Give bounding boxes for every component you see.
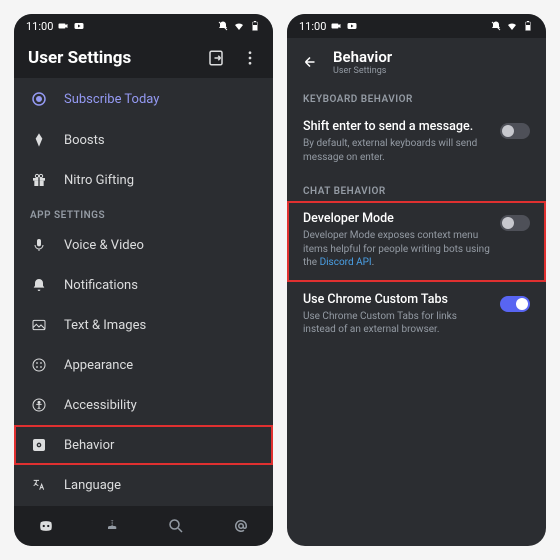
wifi-icon [506, 20, 518, 32]
chrome-tabs-desc: Use Chrome Custom Tabs for links instead… [303, 310, 490, 337]
settings-header: User Settings [14, 38, 273, 78]
accessibility-row[interactable]: Accessibility [14, 385, 273, 425]
discord-api-link[interactable]: Discord API [320, 257, 372, 268]
behavior-label: Behavior [64, 438, 257, 453]
behavior-row[interactable]: Behavior [14, 425, 273, 465]
nitro-badge-icon [30, 90, 48, 108]
status-bar: 11:00 [287, 14, 546, 38]
text-images-row[interactable]: Text & Images [14, 305, 273, 345]
shift-enter-toggle[interactable] [500, 123, 530, 139]
settings-list: Subscribe Today Boosts Nitro Gifting APP… [14, 78, 273, 506]
voice-video-row[interactable]: Voice & Video [14, 225, 273, 265]
language-label: Language [64, 478, 257, 493]
boost-icon [30, 132, 48, 148]
shift-enter-setting[interactable]: Shift enter to send a message. By defaul… [287, 109, 546, 176]
image-icon [30, 317, 48, 333]
developer-mode-toggle[interactable] [500, 215, 530, 231]
developer-mode-title: Developer Mode [303, 211, 490, 226]
discord-tab[interactable] [37, 517, 55, 535]
friends-tab[interactable] [102, 517, 120, 535]
subscribe-row[interactable]: Subscribe Today [14, 78, 273, 120]
mute-icon [217, 20, 229, 32]
keyboard-section-label: KEYBOARD BEHAVIOR [287, 84, 546, 109]
chrome-tabs-title: Use Chrome Custom Tabs [303, 292, 490, 307]
boosts-label: Boosts [64, 133, 257, 148]
text-label: Text & Images [64, 318, 257, 333]
mute-icon [490, 20, 502, 32]
page-subtitle: User Settings [333, 66, 392, 76]
right-phone: 11:00 Behavior User Settings [287, 14, 546, 546]
behavior-settings: KEYBOARD BEHAVIOR Shift enter to send a … [287, 84, 546, 546]
developer-mode-setting[interactable]: Developer Mode Developer Mode exposes co… [287, 201, 546, 282]
nitro-gifting-row[interactable]: Nitro Gifting [14, 160, 273, 200]
chat-section-label: CHAT BEHAVIOR [287, 176, 546, 201]
back-icon[interactable] [301, 53, 319, 71]
more-icon[interactable] [241, 49, 259, 67]
mic-icon [30, 237, 48, 253]
notifications-row[interactable]: Notifications [14, 265, 273, 305]
nitro-label: Nitro Gifting [64, 173, 257, 188]
youtube-icon [346, 20, 358, 32]
language-icon [30, 477, 48, 493]
chrome-tabs-toggle[interactable] [500, 296, 530, 312]
gift-icon [30, 172, 48, 188]
voice-label: Voice & Video [64, 238, 257, 253]
accessibility-icon [30, 397, 48, 413]
developer-mode-desc: Developer Mode exposes context menu item… [303, 229, 490, 270]
page-title: User Settings [28, 48, 131, 68]
camera-icon [57, 20, 69, 32]
bell-icon [30, 277, 48, 293]
page-title: Behavior [333, 48, 392, 66]
subscribe-label: Subscribe Today [64, 92, 257, 107]
bottom-nav [14, 506, 273, 546]
gear-icon [30, 437, 48, 453]
shift-enter-title: Shift enter to send a message. [303, 119, 490, 134]
wifi-icon [233, 20, 245, 32]
youtube-icon [73, 20, 85, 32]
appearance-row[interactable]: Appearance [14, 345, 273, 385]
shift-enter-desc: By default, external keyboards will send… [303, 137, 490, 164]
login-icon[interactable] [207, 49, 225, 67]
notifications-label: Notifications [64, 278, 257, 293]
accessibility-label: Accessibility [64, 398, 257, 413]
status-time: 11:00 [299, 20, 326, 33]
chrome-tabs-setting[interactable]: Use Chrome Custom Tabs Use Chrome Custom… [287, 282, 546, 349]
status-bar: 11:00 [14, 14, 273, 38]
behavior-header: Behavior User Settings [287, 38, 546, 84]
battery-icon [249, 20, 261, 32]
appearance-label: Appearance [64, 358, 257, 373]
left-phone: 11:00 User Settings [14, 14, 273, 546]
mentions-tab[interactable] [232, 517, 250, 535]
language-row[interactable]: Language [14, 465, 273, 505]
battery-icon [522, 20, 534, 32]
palette-icon [30, 357, 48, 373]
camera-icon [330, 20, 342, 32]
search-tab[interactable] [167, 517, 185, 535]
boosts-row[interactable]: Boosts [14, 120, 273, 160]
status-time: 11:00 [26, 20, 53, 33]
app-settings-label: APP SETTINGS [14, 200, 273, 225]
